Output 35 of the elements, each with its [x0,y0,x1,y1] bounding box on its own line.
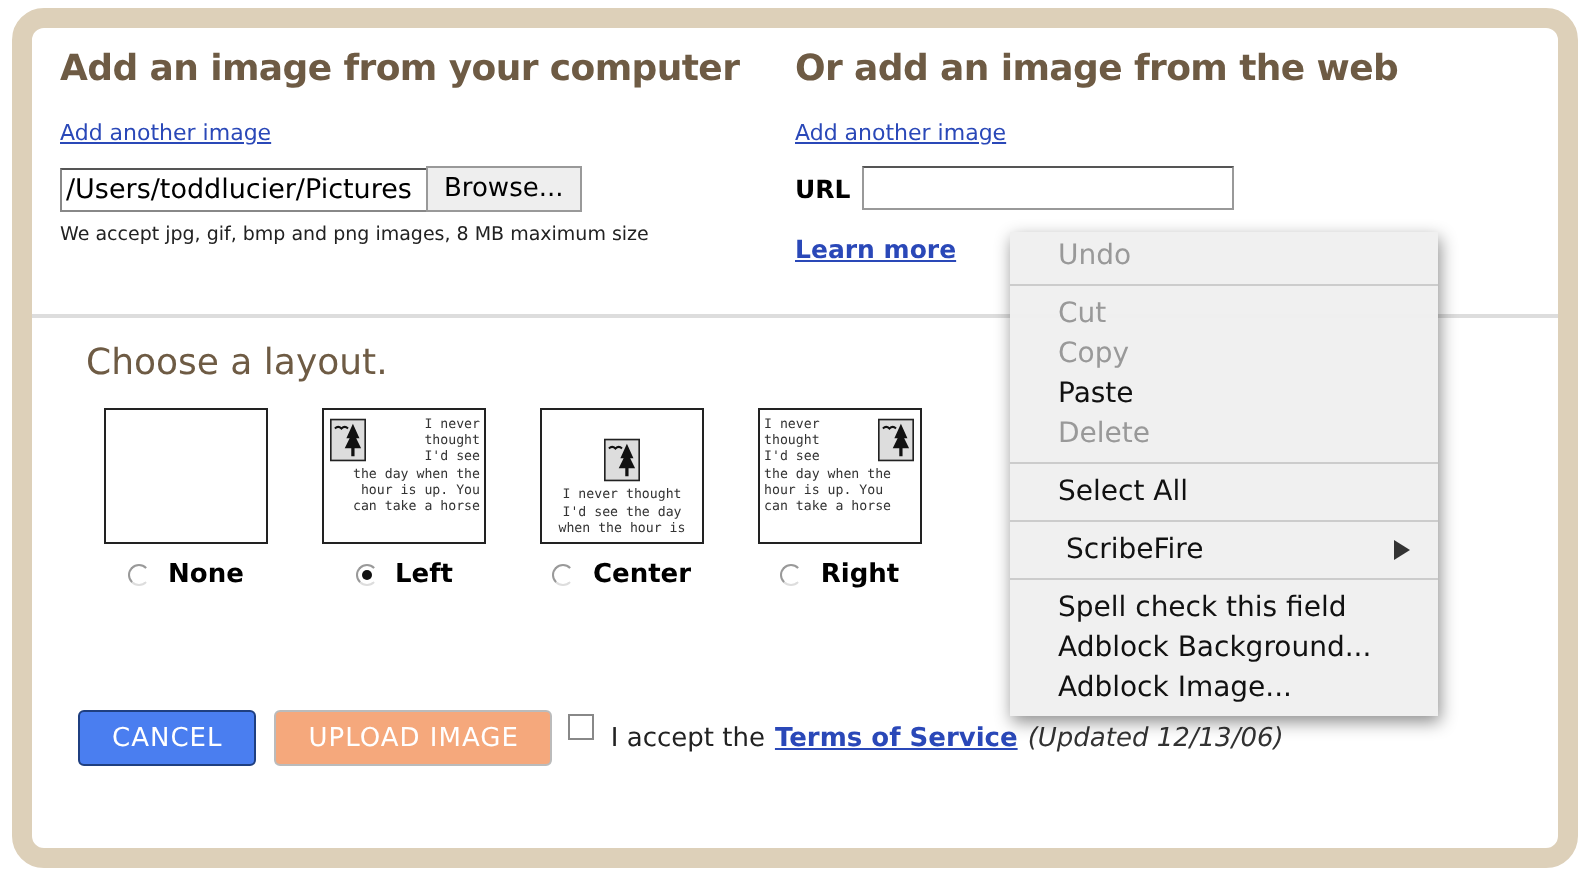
layout-radio[interactable] [128,564,151,586]
layout-radio[interactable] [355,564,377,586]
layout-preview[interactable] [104,408,268,544]
menu-item[interactable]: Paste [1010,374,1438,414]
layout-heading: Choose a layout. [86,342,388,384]
section-heading: Or add an image from the web [795,48,1401,90]
menu-item[interactable]: Adblock Background... [1010,628,1438,668]
menu-item[interactable]: Adblock Image... [1010,668,1438,708]
layout-label: Left [395,560,453,590]
layout-label: Center [592,560,692,590]
menu-item[interactable]: Spell check this field [1010,588,1438,628]
tree-picture-icon [330,418,366,462]
url-label: URL [795,173,851,203]
add-image-link[interactable]: Add another image [795,120,1007,146]
layout-label: Right [820,560,900,590]
terms-of-service-link[interactable]: Terms of Service [774,723,1018,753]
terms-checkbox[interactable] [568,714,595,740]
file-path-field[interactable]: /Users/toddlucier/Pictures [60,167,428,211]
add-image-link[interactable]: Add another image [60,120,272,146]
file-types-note: We accept jpg, gif, bmp and png images, 8 MB maximum size [60,224,651,246]
browse-button[interactable]: Browse... [426,166,582,212]
layout-radio[interactable] [552,564,575,586]
section-heading: Add an image from your computer [60,48,742,90]
layout-label: None [168,560,244,590]
url-field[interactable] [862,166,1235,210]
terms-text: I accept the [610,723,765,753]
tree-picture-icon [878,418,914,462]
menu-item[interactable]: Select All [1010,472,1438,512]
layout-radio[interactable] [780,564,803,586]
terms-updated-note: (Updated 12/13/06) [1027,723,1284,753]
submenu-arrow-icon [1394,540,1410,560]
cancel-button[interactable]: CANCEL [78,710,257,766]
menu-item[interactable]: ScribeFire [1010,530,1438,570]
learn-more-link[interactable]: Learn more [795,234,957,264]
tree-picture-icon [604,438,640,483]
